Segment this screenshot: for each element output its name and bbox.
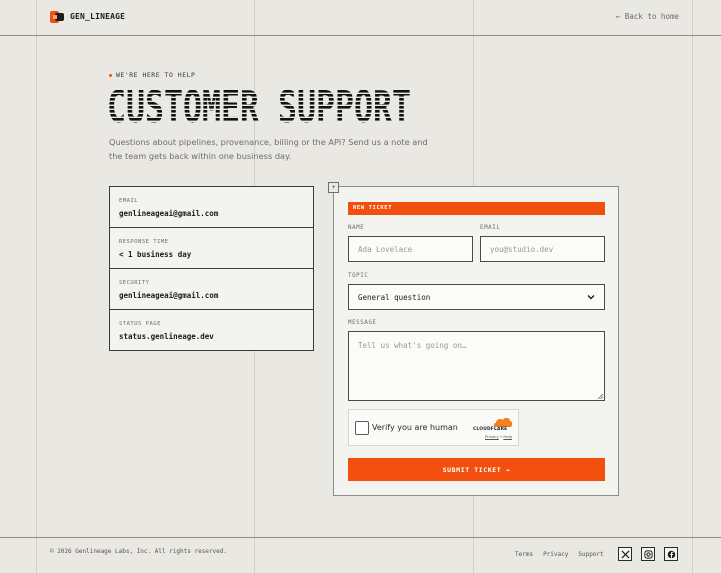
submit-ticket-button[interactable]: SUBMIT TICKET →: [348, 458, 605, 481]
captcha-privacy-link[interactable]: Privacy: [485, 434, 499, 439]
copyright-text: © 2026 Genlineage Labs, Inc. All rights …: [50, 548, 228, 555]
captcha-label: Verify you are human: [372, 423, 458, 432]
email-label: EMAIL: [480, 225, 501, 231]
topic-select[interactable]: General question: [348, 284, 605, 310]
ticket-form: NEW TICKET NAME EMAIL TOPIC General ques…: [333, 186, 619, 496]
captcha-widget: Verify you are human CLOUDFLARE Privacy …: [348, 409, 519, 446]
eyebrow: WE'RE HERE TO HELP: [109, 71, 195, 79]
new-ticket-badge: NEW TICKET: [348, 202, 605, 215]
captcha-help-link[interactable]: Help: [503, 434, 512, 439]
message-label: MESSAGE: [348, 320, 377, 326]
footer-divider: [0, 537, 721, 538]
intro-text: Questions about pipelines, provenance, b…: [109, 137, 428, 161]
footer-link-support[interactable]: Support: [578, 551, 603, 558]
logo-icon: [50, 11, 64, 23]
page-title: CUSTOMER SUPPORT: [107, 86, 411, 128]
contact-info-card: EMAIL genlineageai@gmail.com RESPONSE TI…: [109, 186, 314, 351]
grid-line: [692, 0, 693, 573]
message-textarea[interactable]: [348, 331, 605, 401]
info-value[interactable]: genlineageai@gmail.com: [119, 209, 304, 218]
info-label: EMAIL: [119, 198, 139, 204]
info-label: STATUS PAGE: [119, 321, 161, 327]
instagram-icon[interactable]: [641, 547, 655, 561]
footer-link-terms[interactable]: Terms: [515, 551, 533, 558]
info-row-response-time: RESPONSE TIME < 1 business day: [110, 228, 313, 269]
name-input[interactable]: [348, 236, 473, 262]
form-corner-marker: +: [328, 182, 339, 193]
resize-grip-icon[interactable]: [597, 393, 603, 399]
topic-label: TOPIC: [348, 273, 369, 279]
info-row-status-page: STATUS PAGE status.genlineage.dev: [110, 310, 313, 351]
topic-selected-value: General question: [358, 292, 431, 302]
info-label: SECURITY: [119, 280, 150, 286]
header-divider: [0, 35, 721, 36]
captcha-links: Privacy • Help: [485, 434, 512, 439]
footer-links: Terms Privacy Support: [515, 551, 604, 558]
footer-link-privacy[interactable]: Privacy: [543, 551, 568, 558]
info-row-email: EMAIL genlineageai@gmail.com: [110, 187, 313, 228]
back-to-home-link[interactable]: ← Back to home: [616, 12, 679, 21]
name-label: NAME: [348, 225, 365, 231]
grid-line: [36, 0, 37, 573]
email-input[interactable]: [480, 236, 605, 262]
info-value[interactable]: genlineageai@gmail.com: [119, 291, 304, 300]
accent-dot: [109, 73, 112, 77]
captcha-brand: CLOUDFLARE: [473, 427, 508, 432]
info-value[interactable]: status.genlineage.dev: [119, 332, 304, 341]
chevron-down-icon: [587, 295, 595, 300]
info-label: RESPONSE TIME: [119, 239, 169, 245]
brand-name: GEN_LINEAGE: [70, 12, 126, 21]
page-title-text: CUSTOMER SUPPORT: [107, 86, 411, 128]
facebook-icon[interactable]: [664, 547, 678, 561]
info-value: < 1 business day: [119, 250, 192, 259]
info-row-security: SECURITY genlineageai@gmail.com: [110, 269, 313, 310]
x-icon[interactable]: [618, 547, 632, 561]
top-bar: GEN_LINEAGE ← Back to home: [0, 0, 721, 35]
eyebrow-text: WE'RE HERE TO HELP: [116, 71, 196, 79]
captcha-checkbox[interactable]: [355, 421, 369, 435]
